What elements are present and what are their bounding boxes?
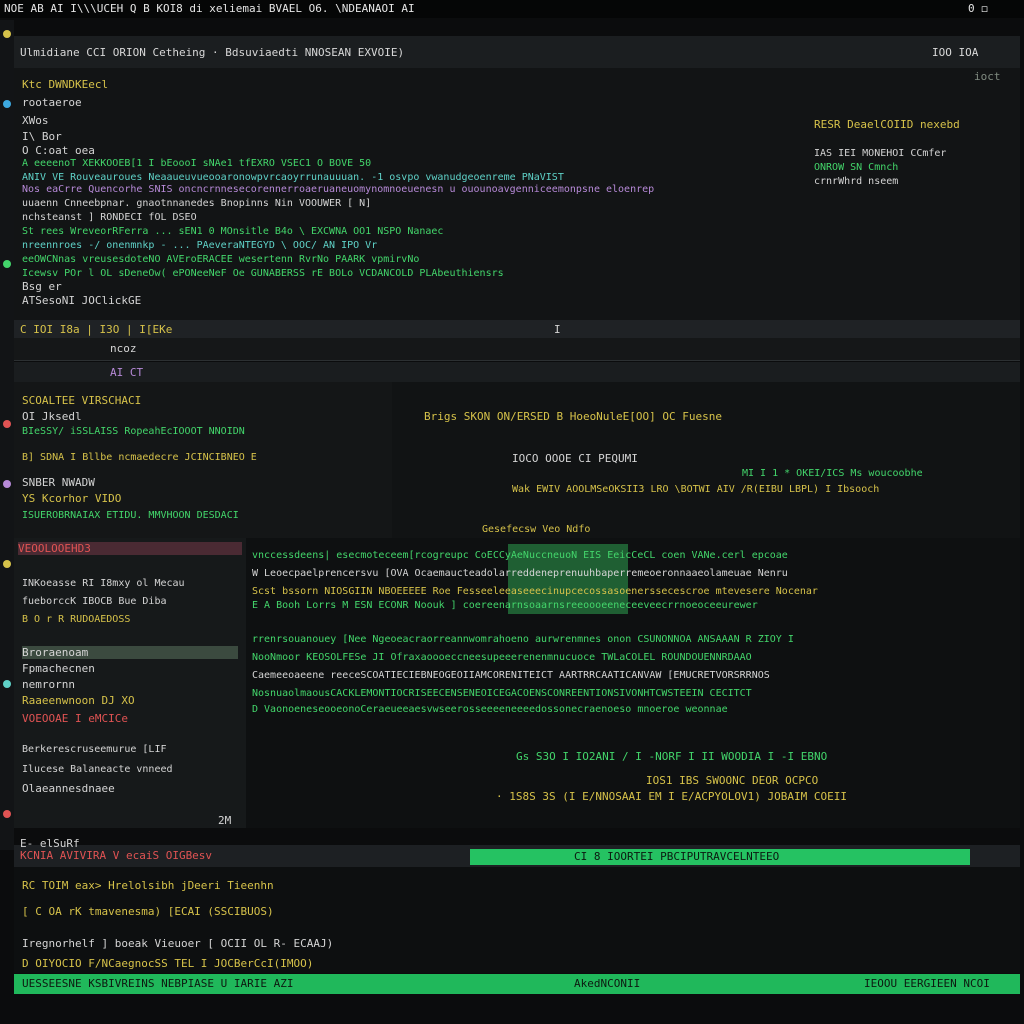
- code-line: O C:oat oea: [22, 144, 95, 157]
- code-line: Brigs SKON ON/ERSED B HoeoNuleE[OO] OC F…: [424, 410, 723, 423]
- outline-item[interactable]: Broraenoam: [22, 646, 238, 659]
- outline-item[interactable]: Berkerescruseemurue [LIF: [22, 744, 167, 755]
- code-line: Bsg er: [22, 280, 62, 293]
- outline-item[interactable]: VOEOOAE I eMCICe: [22, 712, 128, 725]
- panel-tab-label[interactable]: KCNIA AVIVIRA V ecaiS OIGBesv: [20, 849, 212, 862]
- code-line: Wak EWIV AOOLMSeOKSII3 LRO \BOTWI AIV /R…: [512, 484, 880, 495]
- status-bar-left[interactable]: UESSEESNE KSBIVREINS NEBPIASE U IARIE AZ…: [22, 977, 294, 990]
- tab-label[interactable]: ncoz: [110, 342, 137, 355]
- terminal-line: [ C OA rK tmavenesma) [ECAI (SSCIBUOS): [22, 905, 274, 918]
- active-panel-tab[interactable]: CI 8 IOORTEI PBCIPUTRAVCELNTEEO: [470, 849, 970, 865]
- code-line: IOS1 IBS SWOONC DEOR OCPCO: [646, 774, 819, 787]
- outline-item[interactable]: Fpmachecnen: [22, 662, 95, 675]
- code-line: St rees WreveorRFerra ... sEN1 0 MOnsitl…: [22, 226, 444, 237]
- code-annotation: RESR DeaelCOIID nexebd: [814, 118, 960, 131]
- rail-icon[interactable]: [3, 420, 11, 428]
- code-line: IOCO OOOE CI PEQUMI: [512, 452, 638, 465]
- tree-item[interactable]: YS Kcorhor VIDO: [22, 492, 121, 505]
- code-line: Ktc DWNDKEecl: [22, 78, 109, 91]
- rail-icon[interactable]: [3, 680, 11, 688]
- code-line: ATSesoNI JOClickGE: [22, 294, 142, 307]
- code-line: nchsteanst ] RONDECI fOL DSEO: [22, 212, 197, 223]
- code-line: nreennroes -/ onenmnkp - ... PAeveraNTEG…: [22, 240, 378, 251]
- outline-title: VEOOLOOEHD3: [18, 542, 242, 555]
- outline-item[interactable]: nemrornn: [22, 678, 75, 691]
- code-line: · 1S8S 3S (I E/NNOSAAI EM I E/ACPYOLOV1)…: [496, 790, 847, 803]
- status-right: I: [554, 323, 561, 336]
- editor-pane-top[interactable]: Ktc DWNDKEecl rootaeroe XWos I\ Bor O C:…: [14, 68, 1020, 320]
- code-line: rrenrsouanouey [Nee Ngeoeacraorreannwomr…: [252, 634, 794, 645]
- code-line: E A Booh Lorrs M ESN ECONR Noouk ] coere…: [252, 600, 758, 611]
- tree-item[interactable]: ISUEROBRNAIAX ETIDU. MMVHOON DESDACI: [22, 510, 239, 521]
- code-line: NosnuaolmaousCACKLEMONTIOCRISEECENSENEOI…: [252, 688, 752, 699]
- code-line: Nos eaCrre Quencorhe SNIS oncncrnnesecor…: [22, 184, 655, 195]
- terminal-header: E- elSuRf: [20, 837, 80, 850]
- code-line: ANIV VE Rouveauroues Neaaueuvueooaronowp…: [22, 172, 564, 183]
- code-line: A eeeenoT XEKKOOEB[1 I bEoooI sNAe1 tfEX…: [22, 158, 372, 169]
- window-controls[interactable]: IOO IOA: [932, 46, 978, 59]
- code-annotation: ONROW SN Cmnch: [814, 162, 899, 173]
- outline-pane[interactable]: VEOOLOOEHD3 INKoeasse RI I8mxy ol Mecau …: [14, 538, 247, 828]
- code-annotation: crnrWhrd nseem: [814, 176, 899, 187]
- code-line: rootaeroe: [22, 96, 82, 109]
- split-label[interactable]: AI CT: [110, 366, 143, 379]
- tree-item[interactable]: BIeSSY/ iSSLAISS RopeahEcIOOOT NNOIDN: [22, 426, 245, 437]
- code-line: XWos: [22, 114, 49, 127]
- editor-pane-right[interactable]: Brigs SKON ON/ERSED B HoeoNuleE[OO] OC F…: [392, 382, 1020, 538]
- rail-icon[interactable]: [3, 480, 11, 488]
- code-line: Gesefecsw Veo Ndfo: [482, 524, 591, 535]
- outline-item[interactable]: fueborccK IBOCB Bue Diba: [22, 596, 167, 607]
- code-line: I\ Bor: [22, 130, 62, 143]
- outline-item[interactable]: Raaeenwnoon DJ XO: [22, 694, 135, 707]
- code-line: Icewsv POr l OL sDeneOw( ePONeeNeF Oe GU…: [22, 268, 504, 279]
- status-bar-right[interactable]: IEOOU EERGIEEN NCOI: [864, 977, 990, 990]
- outline-item[interactable]: B O r R RUDOAEDOSS: [22, 614, 130, 625]
- rail-icon[interactable]: [3, 260, 11, 268]
- explorer-pane[interactable]: SCOALTEE VIRSCHACI OI Jksedl BIeSSY/ iSS…: [14, 382, 393, 538]
- activity-bar: [0, 20, 14, 850]
- menu-bar-text[interactable]: NOE AB AI I\\\UCEH Q B KOI8 di xeliemai …: [4, 2, 415, 15]
- editor-pane-main[interactable]: vnccessdeens| esecmoteceem[rcogreupc CoE…: [218, 538, 1020, 828]
- window-title: Ulmidiane CCI ORION Cetheing · Bdsuviaed…: [20, 46, 405, 59]
- rail-icon[interactable]: [3, 810, 11, 818]
- tree-item[interactable]: B] SDNA I Bllbe ncmaedecre JCINCIBNEO E: [22, 452, 257, 463]
- status-bar-mid[interactable]: AkedNCONII: [574, 977, 640, 990]
- terminal-line: RC TOIM eax> Hrelolsibh jDeeri Tieenhn: [22, 879, 274, 892]
- rail-icon[interactable]: [3, 560, 11, 568]
- terminal-line: Iregnorhelf ] boeak Vieuoer [ OCII OL R-…: [22, 937, 334, 950]
- code-line: Caemeeoaeene reeceSCOATIECIEBNEOGEOIIAMC…: [252, 670, 770, 681]
- rail-icon[interactable]: [3, 30, 11, 38]
- menu-bar-status: 0 ◻: [968, 2, 988, 15]
- outline-item[interactable]: INKoeasse RI I8mxy ol Mecau: [22, 578, 185, 589]
- code-line: vnccessdeens| esecmoteceem[rcogreupc CoE…: [252, 550, 788, 561]
- code-line: D VaonoeneseooeonoCeraeueeaesvwseerossee…: [252, 704, 728, 715]
- active-panel-tab-label: CI 8 IOORTEI PBCIPUTRAVCELNTEEO: [574, 850, 780, 863]
- menu-bar: NOE AB AI I\\\UCEH Q B KOI8 di xeliemai …: [0, 0, 1024, 18]
- code-line: Gs S3O I IO2ANI / I -NORF I II WOODIA I …: [516, 750, 828, 763]
- pane-status-row: C IOI I8a | I3O | I[EKe I: [14, 320, 1020, 338]
- code-line: W Leoecpaelprencersvu [OVA Ocaemaucteado…: [252, 568, 788, 579]
- outline-item[interactable]: Olaeannesdnaee: [22, 782, 115, 795]
- code-line: Scst bssorn NIOSGIIN NBOEEEEE Roe Fessee…: [252, 586, 818, 597]
- outline-item[interactable]: Ilucese Balaneacte vnneed: [22, 764, 173, 775]
- terminal-pane[interactable]: E- elSuRf RC TOIM eax> Hrelolsibh jDeeri…: [14, 837, 1020, 973]
- code-line: eeOWCNnas vreusesdoteNO AVEroERACEE wese…: [22, 254, 420, 265]
- code-line: NooNmoor KEOSOLFESe JI Ofraxaoooeccneesu…: [252, 652, 752, 663]
- gutter-mark: 2M: [218, 814, 232, 827]
- tree-item[interactable]: SNBER NWADW: [22, 476, 95, 489]
- terminal-line: D OIYOCIO F/NCaegnocSS TEL I JOCBerCcI(I…: [22, 957, 314, 970]
- status-bar: UESSEESNE KSBIVREINS NEBPIASE U IARIE AZ…: [14, 974, 1020, 994]
- code-line: MI I 1 * OKEI/ICS Ms woucoobhe: [742, 468, 923, 479]
- status-left: C IOI I8a | I3O | I[EKe: [20, 323, 173, 336]
- rail-icon[interactable]: [3, 100, 11, 108]
- pane-corner-label: ioct: [974, 70, 1001, 83]
- window-titlebar: Ulmidiane CCI ORION Cetheing · Bdsuviaed…: [14, 36, 1020, 69]
- tab-bar: ncoz: [14, 338, 1020, 361]
- split-header: AI CT: [14, 362, 1020, 382]
- code-line: uuaenn Cnneebpnar. gnaotnnanedes Bnopinn…: [22, 198, 372, 209]
- tree-item[interactable]: OI Jksedl: [22, 410, 82, 423]
- tree-item[interactable]: SCOALTEE VIRSCHACI: [22, 394, 141, 407]
- code-annotation: IAS IEI MONEHOI CCmfer: [814, 148, 947, 159]
